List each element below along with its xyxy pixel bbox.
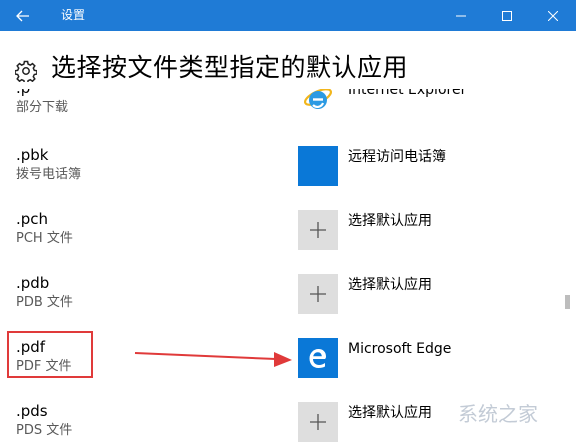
page-header: 选择按文件类型指定的默认应用 xyxy=(0,31,576,89)
gear-icon xyxy=(15,60,37,82)
watermark-logo: 系统之家 xyxy=(458,402,538,426)
page-title: 选择按文件类型指定的默认应用 xyxy=(51,53,409,82)
